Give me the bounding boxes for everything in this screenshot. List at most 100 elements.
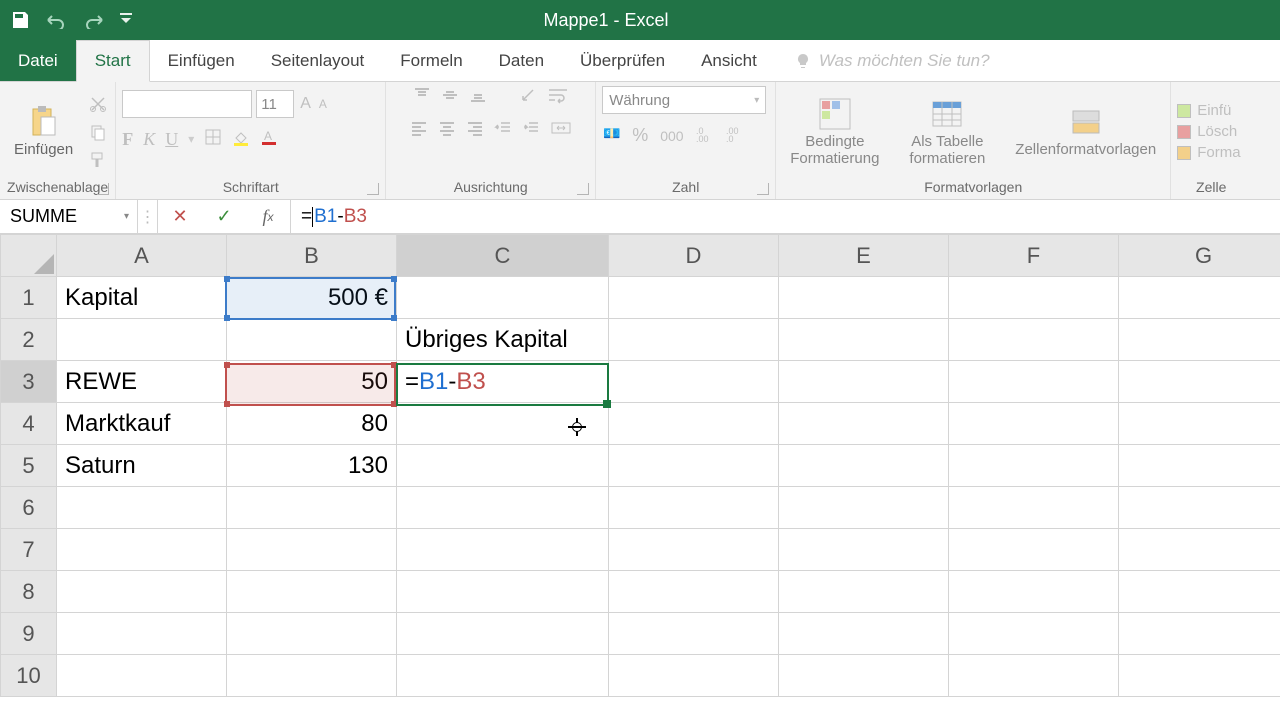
cell-f2[interactable] <box>949 319 1119 361</box>
cell-b5[interactable]: 130 <box>227 445 397 487</box>
insert-cells-button[interactable]: Einfü <box>1177 102 1240 119</box>
formula-input[interactable]: =B1-B3 <box>291 200 1280 233</box>
name-box[interactable]: SUMME <box>0 200 138 233</box>
select-all-corner[interactable] <box>1 235 57 277</box>
cell-e5[interactable] <box>779 445 949 487</box>
tell-me-search[interactable]: Was möchten Sie tun? <box>775 40 990 81</box>
cell-e1[interactable] <box>779 277 949 319</box>
customize-qat-icon[interactable] <box>120 13 132 27</box>
cell-d2[interactable] <box>609 319 779 361</box>
cell-f8[interactable] <box>949 571 1119 613</box>
col-header-b[interactable]: B <box>227 235 397 277</box>
conditional-formatting-button[interactable]: Bedingte Formatierung <box>782 95 887 169</box>
cell-d1[interactable] <box>609 277 779 319</box>
tab-view[interactable]: Ansicht <box>683 40 775 81</box>
tab-home[interactable]: Start <box>76 40 150 82</box>
col-header-c[interactable]: C <box>397 235 609 277</box>
cell-a4[interactable]: Marktkauf <box>57 403 227 445</box>
cell-g10[interactable] <box>1119 655 1280 697</box>
align-middle-icon[interactable] <box>441 86 459 109</box>
cell-d10[interactable] <box>609 655 779 697</box>
cell-g6[interactable] <box>1119 487 1280 529</box>
cell-d6[interactable] <box>609 487 779 529</box>
insert-function-button[interactable]: fx <box>246 206 290 227</box>
accounting-format-icon[interactable]: 💶 <box>602 124 620 147</box>
tab-data[interactable]: Daten <box>481 40 562 81</box>
cell-e10[interactable] <box>779 655 949 697</box>
underline-button[interactable]: U <box>165 129 178 150</box>
cell-b1[interactable]: 500 € <box>227 277 397 319</box>
cell-g9[interactable] <box>1119 613 1280 655</box>
fill-color-icon[interactable] <box>232 128 250 151</box>
cell-b3[interactable]: 50 <box>227 361 397 403</box>
decrease-indent-icon[interactable] <box>494 119 512 142</box>
align-bottom-icon[interactable] <box>469 86 487 109</box>
align-top-icon[interactable] <box>413 86 431 109</box>
col-header-a[interactable]: A <box>57 235 227 277</box>
font-size-input[interactable]: 11 <box>256 90 294 118</box>
delete-cells-button[interactable]: Lösch <box>1177 123 1240 140</box>
row-header-6[interactable]: 6 <box>1 487 57 529</box>
cell-c7[interactable] <box>397 529 609 571</box>
col-header-d[interactable]: D <box>609 235 779 277</box>
format-painter-icon[interactable] <box>87 149 109 171</box>
cell-c6[interactable] <box>397 487 609 529</box>
cell-e7[interactable] <box>779 529 949 571</box>
increase-decimal-icon[interactable]: .0.00 <box>696 124 714 147</box>
tab-insert[interactable]: Einfügen <box>150 40 253 81</box>
cell-g4[interactable] <box>1119 403 1280 445</box>
cell-a9[interactable] <box>57 613 227 655</box>
tab-file[interactable]: Datei <box>0 40 76 81</box>
spreadsheet-grid[interactable]: A B C D E F G 1 Kapital 500 € 2 Übriges … <box>0 234 1280 697</box>
row-header-4[interactable]: 4 <box>1 403 57 445</box>
cell-a3[interactable]: REWE <box>57 361 227 403</box>
row-header-2[interactable]: 2 <box>1 319 57 361</box>
merge-icon[interactable] <box>550 119 572 142</box>
cancel-formula-button[interactable]: ✕ <box>158 206 202 227</box>
cell-a7[interactable] <box>57 529 227 571</box>
comma-format-icon[interactable]: 000 <box>660 128 683 144</box>
dialog-launcher-icon[interactable] <box>577 183 589 195</box>
decrease-decimal-icon[interactable]: .00.0 <box>726 124 744 147</box>
cell-g3[interactable] <box>1119 361 1280 403</box>
row-header-5[interactable]: 5 <box>1 445 57 487</box>
cell-a10[interactable] <box>57 655 227 697</box>
cell-b10[interactable] <box>227 655 397 697</box>
cell-b7[interactable] <box>227 529 397 571</box>
cell-d7[interactable] <box>609 529 779 571</box>
cell-d8[interactable] <box>609 571 779 613</box>
cell-b9[interactable] <box>227 613 397 655</box>
cell-e8[interactable] <box>779 571 949 613</box>
row-header-3[interactable]: 3 <box>1 361 57 403</box>
cell-f6[interactable] <box>949 487 1119 529</box>
cell-d5[interactable] <box>609 445 779 487</box>
col-header-f[interactable]: F <box>949 235 1119 277</box>
tab-page-layout[interactable]: Seitenlayout <box>253 40 383 81</box>
cell-f9[interactable] <box>949 613 1119 655</box>
percent-format-icon[interactable]: % <box>632 125 648 146</box>
cut-icon[interactable] <box>87 93 109 115</box>
cell-c9[interactable] <box>397 613 609 655</box>
cell-c3[interactable]: =B1-B3 <box>397 361 609 403</box>
col-header-e[interactable]: E <box>779 235 949 277</box>
format-cells-button[interactable]: Forma <box>1177 144 1240 161</box>
cell-g7[interactable] <box>1119 529 1280 571</box>
cell-c2[interactable]: Übriges Kapital <box>397 319 609 361</box>
cell-f5[interactable] <box>949 445 1119 487</box>
cell-c10[interactable] <box>397 655 609 697</box>
row-header-10[interactable]: 10 <box>1 655 57 697</box>
cell-b8[interactable] <box>227 571 397 613</box>
cell-e4[interactable] <box>779 403 949 445</box>
cell-b4[interactable]: 80 <box>227 403 397 445</box>
cell-g5[interactable] <box>1119 445 1280 487</box>
align-right-icon[interactable] <box>466 119 484 142</box>
cell-d3[interactable] <box>609 361 779 403</box>
align-center-icon[interactable] <box>438 119 456 142</box>
bold-button[interactable]: F <box>122 129 133 150</box>
cell-a1[interactable]: Kapital <box>57 277 227 319</box>
cell-c1[interactable] <box>397 277 609 319</box>
tab-formulas[interactable]: Formeln <box>382 40 480 81</box>
font-color-icon[interactable]: A <box>260 128 278 151</box>
align-left-icon[interactable] <box>410 119 428 142</box>
cell-a2[interactable] <box>57 319 227 361</box>
